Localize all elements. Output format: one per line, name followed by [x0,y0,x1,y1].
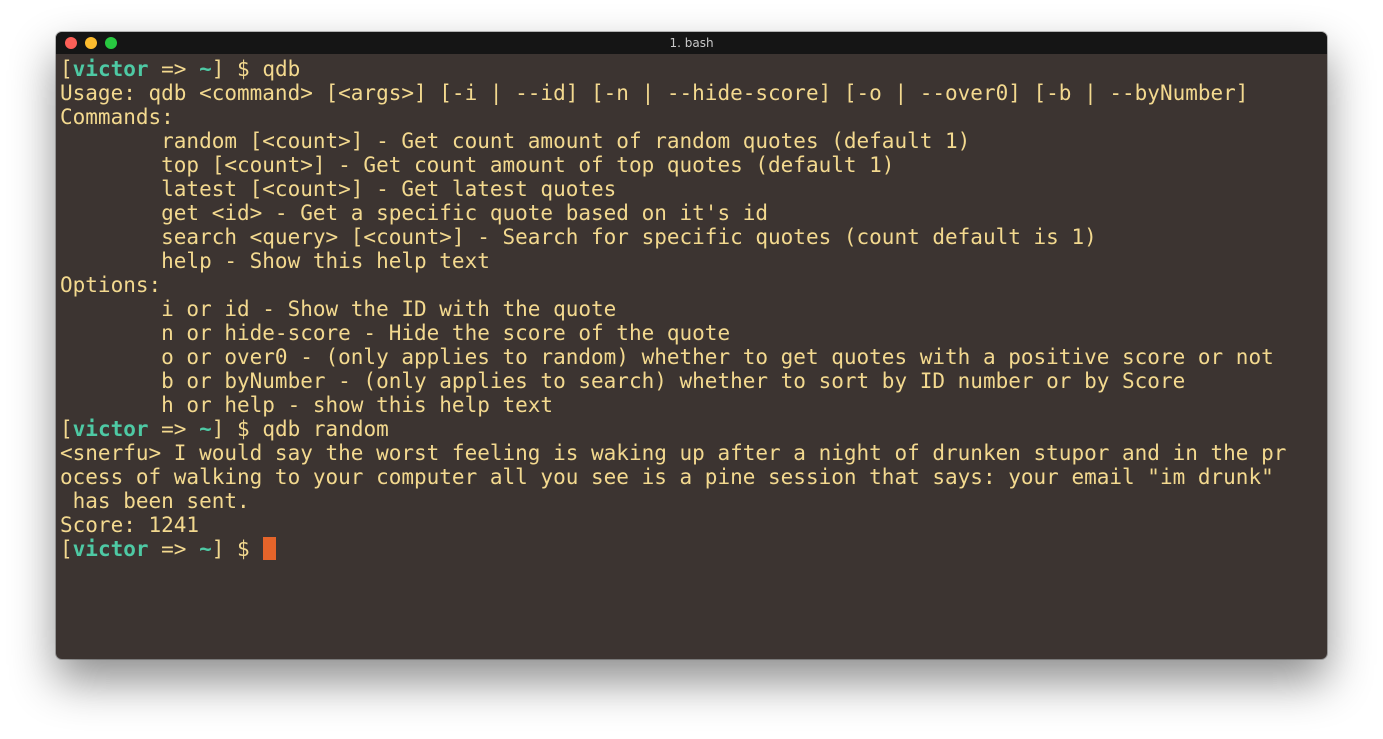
option-help-line: o or over0 - (only applies to random) wh… [60,345,1274,369]
prompt-directory: ~ [199,417,212,441]
option-help-line: n or hide-score - Hide the score of the … [60,321,731,345]
prompt-bracket-open: [ [60,537,73,561]
title-bar[interactable]: 1. bash [56,32,1327,54]
prompt-user: victor [72,537,149,561]
command-text: qdb random [262,417,389,441]
prompt-symbol: $ [224,57,263,81]
option-help-line: i or id - Show the ID with the quote [60,297,617,321]
prompt-arrow: => [148,537,200,561]
usage-line: Usage: qdb <command> [<args>] [-i | --id… [60,81,1249,105]
prompt-bracket-close: ] [211,417,225,441]
prompt-line: [victor => ~] $ [60,537,1327,561]
command-help-line: get <id> - Get a specific quote based on… [60,201,769,225]
command-help-line: search <query> [<count>] - Search for sp… [60,225,1097,249]
command-text: qdb [262,57,301,81]
prompt-user: victor [72,417,149,441]
command-help-line: top [<count>] - Get count amount of top … [60,153,895,177]
score-line: Score: 1241 [60,513,200,537]
window-title: 1. bash [669,36,714,50]
prompt-symbol: $ [224,417,263,441]
command-help-line: latest [<count>] - Get latest quotes [60,177,617,201]
prompt-bracket-close: ] [211,537,225,561]
prompt-arrow: => [148,57,200,81]
terminal-cursor [263,537,277,560]
option-help-line: b or byNumber - (only applies to search)… [60,369,1186,393]
commands-header: Commands: [60,105,174,129]
prompt-line: [victor => ~] $ qdb [60,57,1327,81]
command-help-line: help - Show this help text [60,249,490,273]
prompt-bracket-open: [ [60,57,73,81]
quote-line: <snerfu> I would say the worst feeling i… [60,441,1287,465]
command-help-line: random [<count>] - Get count amount of r… [60,129,971,153]
terminal-output[interactable]: [victor => ~] $ qdb Usage: qdb <command>… [60,57,1327,659]
prompt-arrow: => [148,417,200,441]
terminal-window: 1. bash [victor => ~] $ qdb Usage: qdb <… [56,32,1327,659]
quote-line: ocess of walking to your computer all yo… [60,465,1274,489]
options-header: Options: [60,273,162,297]
prompt-symbol: $ [224,537,263,561]
prompt-user: victor [72,57,149,81]
option-help-line: h or help - show this help text [60,393,554,417]
prompt-directory: ~ [199,57,212,81]
prompt-bracket-close: ] [211,57,225,81]
quote-line: has been sent. [60,489,250,513]
prompt-bracket-open: [ [60,417,73,441]
prompt-line: [victor => ~] $ qdb random [60,417,1327,441]
prompt-directory: ~ [199,537,212,561]
